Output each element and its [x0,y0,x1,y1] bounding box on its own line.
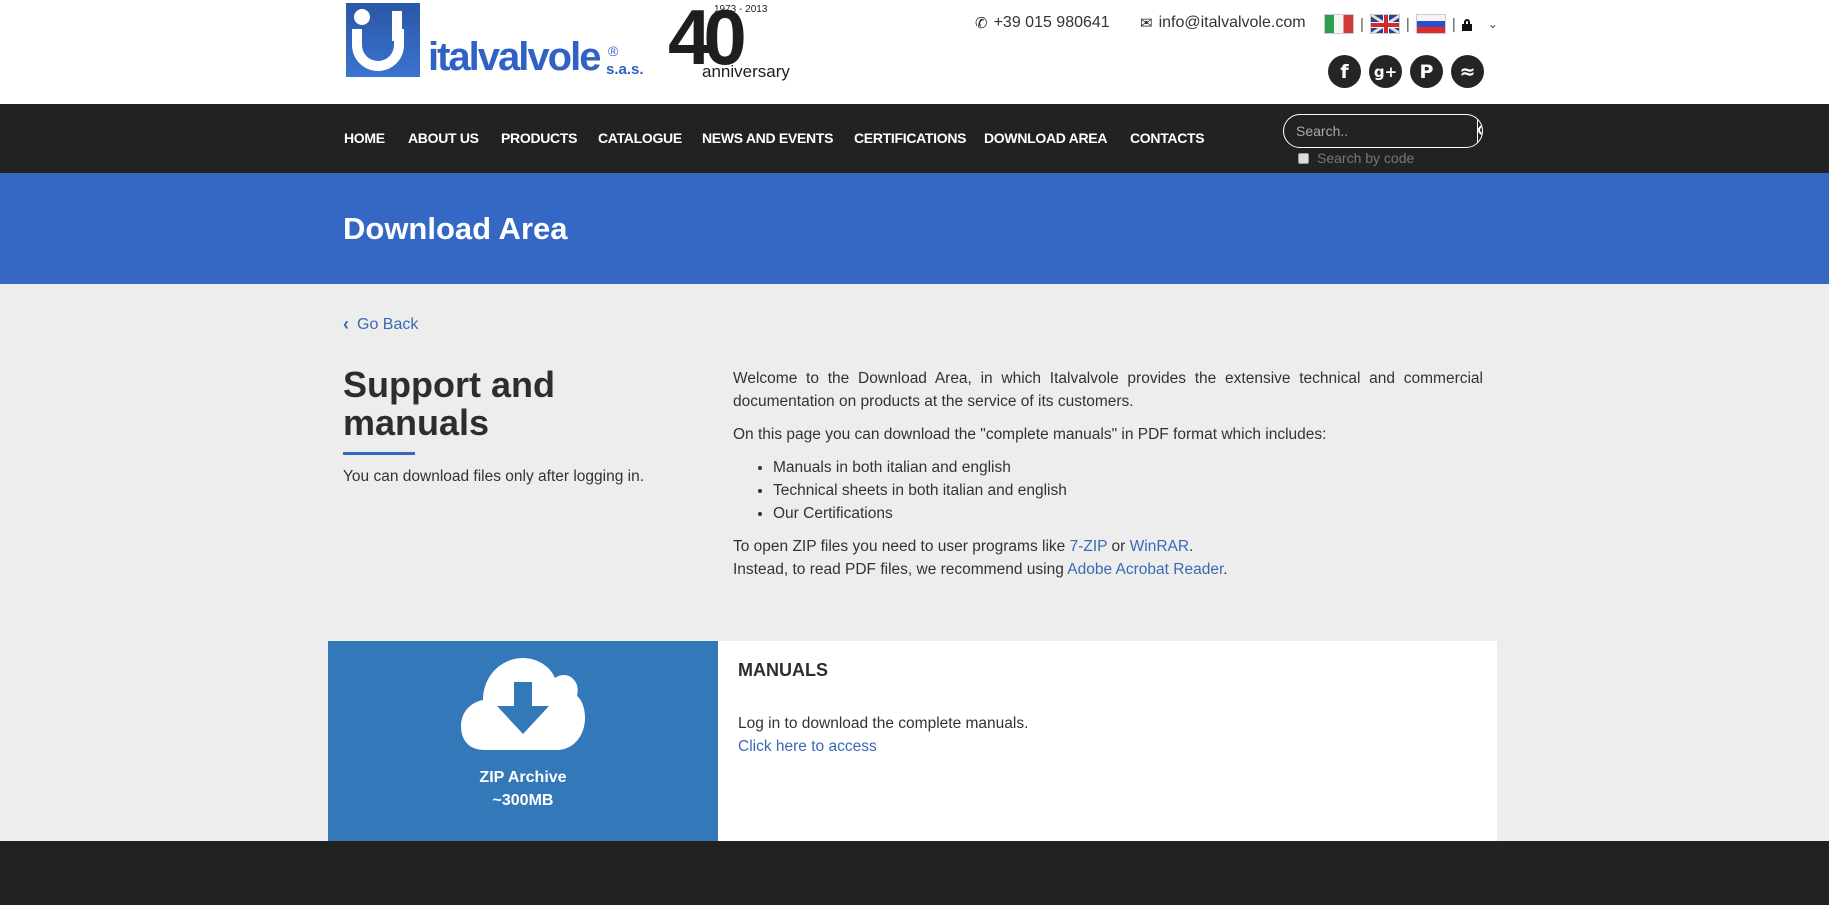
chevron-down-icon[interactable]: ⌄ [1488,17,1498,31]
social-links: f g+ P ≈ [1328,55,1484,88]
phone-contact[interactable]: ✆ +39 015 980641 [975,14,1110,32]
nav-about-us[interactable]: ABOUT US [408,130,479,146]
registered-mark: ® [608,43,619,59]
russia-flag-icon[interactable] [1415,14,1446,34]
acrobat-reader-link[interactable]: Adobe Acrobat Reader [1067,561,1223,578]
phone-number: +39 015 980641 [993,14,1110,31]
search-by-code-label: Search by code [1317,150,1415,166]
heading-underline [343,452,415,455]
nav-news-and-events[interactable]: NEWS AND EVENTS [702,130,833,146]
search-icon [1478,125,1482,137]
email-address: info@italvalvole.com [1158,14,1306,31]
nav-certifications[interactable]: CERTIFICATIONS [854,130,967,146]
go-back-link[interactable]: ‹ Go Back [343,314,418,335]
page-banner: Download Area [0,173,1829,284]
logo-wordmark: italvalvole [428,35,601,79]
separator: | [1405,15,1410,33]
nav-contacts[interactable]: CONTACTS [1130,130,1205,146]
access-link[interactable]: Click here to access [738,738,877,756]
login-message: Log in to download the complete manuals. [738,715,1029,732]
nav-catalogue[interactable]: CATALOGUE [598,130,682,146]
includes-list: Manuals in both italian and english Tech… [773,456,1483,525]
separator: | [1451,15,1456,33]
phone-icon: ✆ [975,15,988,32]
search-by-code-checkbox[interactable] [1298,152,1309,164]
download-file-card[interactable]: ZIP Archive ~300MB [328,641,718,841]
envelope-icon: ✉ [1140,15,1153,32]
italy-flag-icon[interactable] [1324,14,1354,34]
or-text: or [1107,538,1130,555]
search-by-code-option[interactable]: Search by code [1298,150,1414,166]
intro-paragraph: Welcome to the Download Area, in which I… [733,370,1483,410]
list-item: Manuals in both italian and english [773,456,1483,479]
page-title: Download Area [343,211,568,246]
nav-home[interactable]: HOME [344,130,385,146]
list-item: Technical sheets in both italian and eng… [773,479,1483,502]
file-size: ~300MB [492,792,554,809]
main-nav: HOME ABOUT US PRODUCTS CATALOGUE NEWS AN… [0,104,1829,173]
anniversary-word: anniversary [702,62,790,81]
nav-download-area[interactable]: DOWNLOAD AREA [984,130,1107,146]
go-back-label: Go Back [357,315,419,333]
rss-icon[interactable]: ≈ [1451,55,1484,88]
cloud-download-icon [461,658,585,750]
search-input[interactable] [1284,115,1477,147]
google-plus-icon[interactable]: g+ [1369,55,1402,88]
includes-paragraph: On this page you can download the "compl… [733,426,1327,443]
logo-suffix: s.a.s. [606,61,644,78]
email-contact[interactable]: ✉ info@italvalvole.com [1140,14,1306,32]
anniversary-years: 1973 - 2013 [714,4,768,15]
zip-text: To open ZIP files you need to user progr… [733,538,1070,555]
winrar-link[interactable]: WinRAR [1130,538,1189,555]
logo-mark-icon [346,3,420,77]
search-button[interactable] [1477,115,1482,147]
period: . [1189,538,1194,555]
software-paragraph: To open ZIP files you need to user progr… [733,535,1483,581]
right-column: Welcome to the Download Area, in which I… [733,367,1483,591]
top-header: italvalvole ® s.a.s. 40 1973 - 2013 anni… [0,0,1829,104]
manuals-info-card: MANUALS Log in to download the complete … [718,641,1497,841]
footer [0,841,1829,905]
separator: | [1360,15,1364,33]
facebook-icon[interactable]: f [1328,55,1361,88]
anniversary-logo: 40 1973 - 2013 anniversary [668,0,808,81]
pdf-text: Instead, to read PDF files, we recommend… [733,561,1068,578]
language-selector: | | | ⌄ [1324,14,1498,34]
manuals-title: MANUALS [738,660,828,680]
brand-logo[interactable]: italvalvole ® s.a.s. [346,3,662,79]
chevron-left-icon: ‹ [343,314,349,334]
period: . [1223,561,1228,578]
file-type: ZIP Archive [479,769,567,786]
list-item: Our Certifications [773,502,1483,525]
lock-icon[interactable] [1461,19,1472,31]
section-heading: Support and manuals [343,364,555,443]
pinterest-icon[interactable]: P [1410,55,1443,88]
7zip-link[interactable]: 7-ZIP [1070,538,1108,555]
nav-products[interactable]: PRODUCTS [501,130,577,146]
uk-flag-icon[interactable] [1369,14,1400,34]
login-note: You can download files only after loggin… [343,468,645,485]
search-box [1283,114,1483,148]
